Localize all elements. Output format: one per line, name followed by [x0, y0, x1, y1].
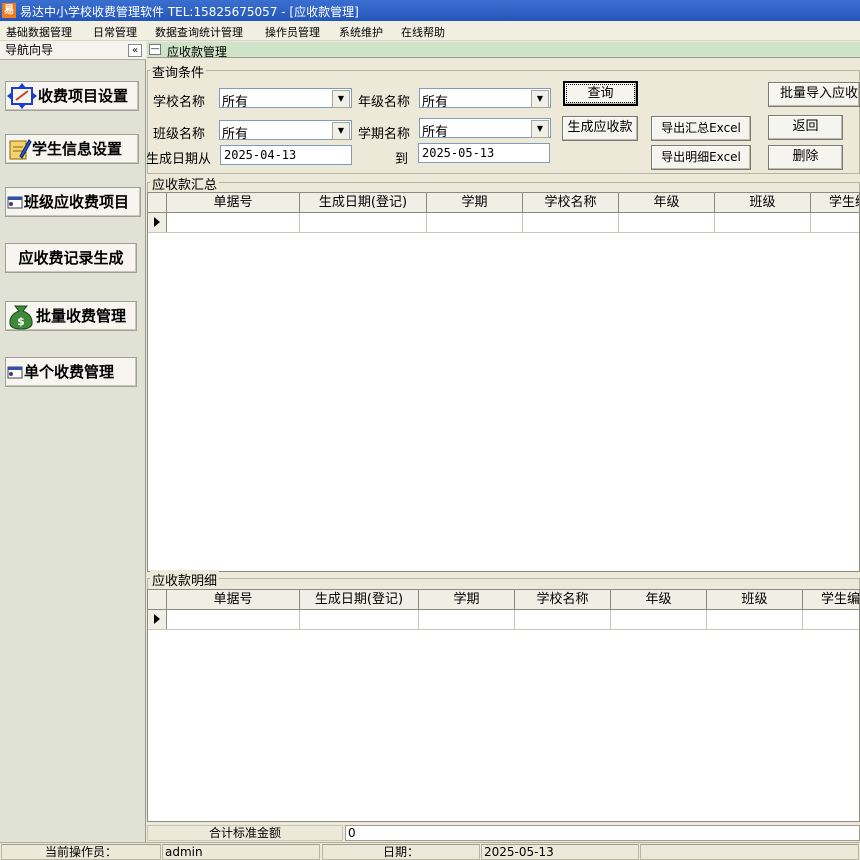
move-arrows-icon	[7, 83, 37, 109]
window-list-icon	[7, 366, 23, 379]
total-standard-amount-value: 0	[345, 825, 860, 841]
date-label: 日期：	[322, 844, 480, 860]
date-to-label: 到	[395, 152, 409, 167]
generate-receivable-button[interactable]: 生成应收款	[562, 116, 638, 141]
class-label: 班级名称	[153, 127, 206, 142]
detail-grid-header: 单据号 生成日期(登记) 学期 学校名称 年级 班级 学生编	[148, 590, 859, 610]
nav-label: 批量收费管理	[36, 307, 127, 325]
nav-label: 应收费记录生成	[18, 249, 124, 267]
column-header[interactable]: 学期	[419, 590, 515, 609]
collapse-icon[interactable]: «	[128, 44, 142, 57]
status-bar: 当前操作员： admin 日期： 2025-05-13	[0, 842, 860, 860]
summary-legend: 应收款汇总	[150, 174, 220, 193]
class-select-value: 所有	[222, 127, 249, 142]
school-select-value: 所有	[222, 95, 249, 110]
batch-import-receivable-button[interactable]: 批量导入应收	[768, 82, 860, 107]
nav-receivable-record-generate[interactable]: 应收费记录生成	[5, 243, 137, 273]
menu-query-stats[interactable]: 数据查询统计管理	[155, 24, 243, 40]
operator-value: admin	[162, 844, 320, 860]
column-header[interactable]: 年级	[619, 193, 715, 212]
menu-bar: 基础数据管理 日常管理 数据查询统计管理 操作员管理 系统维护 在线帮助	[0, 21, 860, 41]
nav-label: 收费项目设置	[38, 87, 129, 105]
term-select[interactable]: 所有 ▼	[419, 118, 551, 140]
nav-label: 单个收费管理	[24, 363, 115, 381]
class-select[interactable]: 所有 ▼	[219, 120, 352, 142]
row-pointer-icon	[154, 614, 160, 624]
school-label: 学校名称	[153, 95, 206, 110]
query-conditions-legend: 查询条件	[150, 62, 207, 81]
grade-select-value: 所有	[422, 95, 449, 110]
row-header-corner	[148, 590, 167, 609]
nav-student-info-setup[interactable]: 学生信息设置	[5, 134, 139, 164]
operator-label: 当前操作员：	[1, 844, 161, 860]
column-header[interactable]: 生成日期(登记)	[300, 590, 419, 609]
nav-title: 导航向导	[0, 41, 146, 60]
school-select[interactable]: 所有 ▼	[219, 88, 352, 110]
minimize-icon[interactable]: —	[149, 44, 161, 55]
nav-batch-fee-manage[interactable]: $ 批量收费管理	[5, 301, 137, 331]
tab-title: 应收款管理	[167, 45, 228, 59]
status-empty-panel	[640, 844, 859, 860]
column-header[interactable]: 学校名称	[515, 590, 611, 609]
money-bag-icon: $	[9, 305, 33, 330]
menu-basic-data[interactable]: 基础数据管理	[6, 24, 72, 40]
chevron-down-icon[interactable]: ▼	[531, 90, 549, 108]
app-icon: 易	[2, 3, 16, 18]
nav-label: 学生信息设置	[32, 140, 123, 158]
window-title: 易达中小学校收费管理软件 TEL:15825675057 - [应收款管理]	[20, 5, 359, 19]
grade-select[interactable]: 所有 ▼	[419, 88, 551, 110]
nav-label: 班级应收费项目	[24, 193, 130, 211]
table-row[interactable]	[148, 213, 859, 233]
column-header[interactable]: 学校名称	[523, 193, 619, 212]
date-from-input[interactable]: 2025-04-13	[220, 145, 352, 165]
nav-panel: 导航向导 « 收费项目设置 学生信息设置 班级应收费项目 应收费记录生成 $ 批…	[0, 41, 146, 842]
column-header[interactable]: 学生编	[803, 590, 859, 609]
column-header[interactable]: 生成日期(登记)	[300, 193, 427, 212]
summary-grid-header: 单据号 生成日期(登记) 学期 学校名称 年级 班级 学生编	[148, 193, 859, 213]
detail-legend: 应收款明细	[150, 570, 220, 589]
menu-system[interactable]: 系统维护	[339, 24, 383, 40]
column-header[interactable]: 年级	[611, 590, 707, 609]
column-header[interactable]: 单据号	[167, 590, 300, 609]
export-detail-excel-button[interactable]: 导出明细Excel	[651, 145, 751, 170]
totals-bar: 合计标准金额 0	[147, 824, 860, 842]
column-header[interactable]: 班级	[707, 590, 803, 609]
total-standard-amount-label: 合计标准金额	[147, 825, 343, 841]
back-button[interactable]: 返回	[768, 115, 843, 140]
window-list-icon	[7, 196, 23, 209]
column-header[interactable]: 单据号	[167, 193, 300, 212]
column-header[interactable]: 学期	[427, 193, 523, 212]
nav-fee-item-setup[interactable]: 收费项目设置	[5, 81, 139, 111]
term-label: 学期名称	[358, 127, 411, 142]
delete-button[interactable]: 删除	[768, 145, 843, 170]
date-value: 2025-05-13	[481, 844, 639, 860]
row-selector[interactable]	[148, 610, 167, 629]
row-pointer-icon	[154, 217, 160, 227]
grade-label: 年级名称	[358, 95, 411, 110]
detail-grid[interactable]: 单据号 生成日期(登记) 学期 学校名称 年级 班级 学生编	[147, 589, 860, 822]
menu-daily[interactable]: 日常管理	[93, 24, 137, 40]
row-header-corner	[148, 193, 167, 212]
chevron-down-icon[interactable]: ▼	[332, 90, 350, 108]
document-tab: — 应收款管理	[147, 42, 860, 59]
chevron-down-icon[interactable]: ▼	[531, 120, 549, 138]
date-to-input[interactable]: 2025-05-13	[418, 143, 550, 163]
date-from-label: 生成日期从	[146, 152, 212, 167]
edit-document-icon	[9, 139, 32, 160]
title-bar: 易 易达中小学校收费管理软件 TEL:15825675057 - [应收款管理]	[0, 0, 860, 21]
query-button[interactable]: 查询	[563, 81, 638, 106]
table-row[interactable]	[148, 610, 859, 630]
column-header[interactable]: 班级	[715, 193, 811, 212]
summary-grid[interactable]: 单据号 生成日期(登记) 学期 学校名称 年级 班级 学生编	[147, 192, 860, 572]
nav-single-fee-manage[interactable]: 单个收费管理	[5, 357, 137, 387]
nav-class-fee-items[interactable]: 班级应收费项目	[5, 187, 141, 217]
svg-text:$: $	[17, 315, 25, 328]
row-selector[interactable]	[148, 213, 167, 232]
term-select-value: 所有	[422, 125, 449, 140]
menu-operator[interactable]: 操作员管理	[265, 24, 320, 40]
export-summary-excel-button[interactable]: 导出汇总Excel	[651, 116, 751, 141]
chevron-down-icon[interactable]: ▼	[332, 122, 350, 140]
column-header[interactable]: 学生编	[811, 193, 859, 212]
menu-help[interactable]: 在线帮助	[401, 24, 445, 40]
